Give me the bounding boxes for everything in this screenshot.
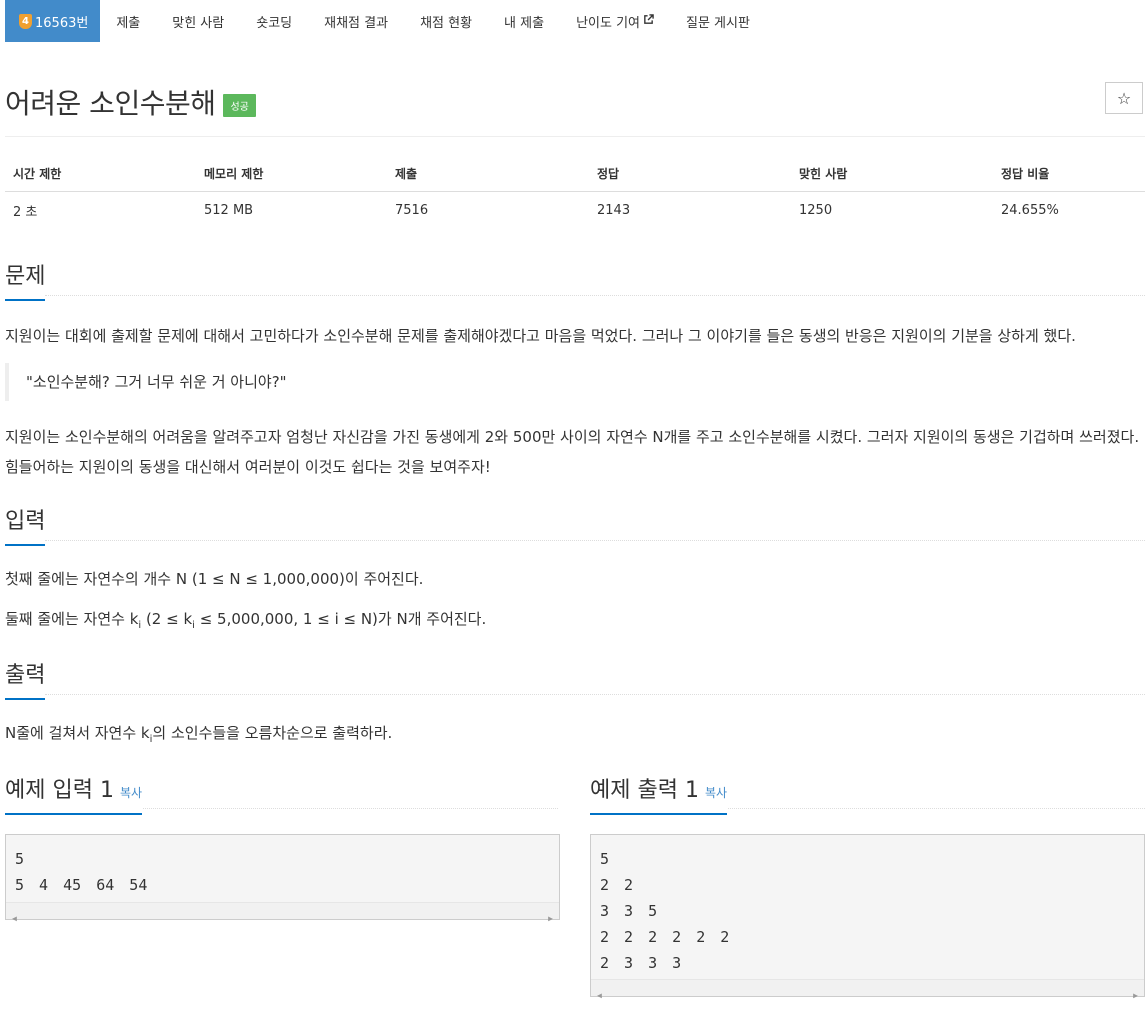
- section-input-label: 입력: [5, 503, 46, 546]
- sample-output-label: 예제 출력 1 복사: [590, 772, 728, 815]
- problem-nav: 4 16563번 제출 맞힌 사람 숏코딩 재채점 결과 채점 현황 내 제출 …: [5, 0, 766, 42]
- sample-output-scrollbar[interactable]: ◀ ▶: [591, 979, 1144, 1000]
- scroll-right-icon[interactable]: ▶: [1133, 983, 1138, 1009]
- input-line-2-b: (2 ≤ k: [141, 610, 193, 628]
- info-header-memory-limit: 메모리 제한: [196, 156, 387, 192]
- input-line-1: 첫째 줄에는 자연수의 개수 N (1 ≤ N ≤ 1,000,000)이 주어…: [5, 570, 424, 588]
- nav-difficulty-contribution[interactable]: 난이도 기여: [560, 0, 670, 42]
- sample-input-title: 예제 입력 1: [5, 778, 114, 803]
- info-header-row: 시간 제한 메모리 제한 제출 정답 맞힌 사람 정답 비율: [5, 156, 1145, 192]
- problem-title-row: 어려운 소인수분해 성공: [5, 82, 256, 122]
- section-output-label: 출력: [5, 657, 46, 700]
- nav-short-coding[interactable]: 숏코딩: [240, 0, 308, 42]
- sample-output-line: 3 3 5: [600, 902, 658, 920]
- problem-paragraph-2: 지원이는 소인수분해의 어려움을 알려주고자 엄청난 자신감을 가진 동생에게 …: [5, 428, 1140, 476]
- section-output-divider: [45, 694, 1145, 695]
- status-badge: 성공: [223, 93, 256, 117]
- info-memory-limit: 512 MB: [204, 202, 254, 218]
- nav-my-submissions[interactable]: 내 제출: [488, 0, 560, 42]
- section-input-heading: 입력: [5, 503, 46, 546]
- section-problem-divider: [45, 295, 1145, 296]
- info-solved-users[interactable]: 1250: [791, 192, 993, 229]
- input-line-2: 둘째 줄에는 자연수 ki (2 ≤ ki ≤ 5,000,000, 1 ≤ i…: [5, 604, 1145, 641]
- star-icon: ☆: [1116, 88, 1132, 108]
- problem-quote: "소인수분해? 그거 너무 쉬운 거 아니야?": [5, 363, 287, 401]
- nav-question-board[interactable]: 질문 게시판: [670, 0, 766, 42]
- info-header-solved-users: 맞힌 사람: [791, 156, 993, 192]
- sample-output-line: 5: [600, 850, 610, 868]
- input-line-2-a: 둘째 줄에는 자연수 k: [5, 610, 139, 628]
- nav-submit[interactable]: 제출: [100, 0, 156, 42]
- info-header-submissions: 제출: [387, 156, 589, 192]
- sample-output-title: 예제 출력 1: [590, 778, 699, 803]
- scroll-right-icon[interactable]: ▶: [548, 906, 553, 932]
- nav-problem-tab[interactable]: 4 16563번: [5, 0, 101, 42]
- sample-output-copy-button[interactable]: 복사: [705, 786, 727, 800]
- info-header-time-limit: 시간 제한: [5, 156, 196, 192]
- output-line-b: 의 소인수들을 오름차순으로 출력하라.: [152, 724, 393, 742]
- sample-input-line: 5 4 45 64 54: [15, 876, 148, 894]
- sample-input-line: 5: [15, 850, 25, 868]
- sample-input-scrollbar[interactable]: ◀ ▶: [6, 902, 559, 923]
- nav-difficulty-label: 난이도 기여: [576, 15, 640, 31]
- sample-output-heading: 예제 출력 1 복사: [590, 772, 728, 815]
- sample-input-copy-button[interactable]: 복사: [120, 786, 142, 800]
- favorite-star-button[interactable]: ☆: [1105, 82, 1143, 114]
- problem-title: 어려운 소인수분해: [5, 87, 216, 120]
- sample-input-divider: [143, 808, 558, 809]
- sample-input-label: 예제 입력 1 복사: [5, 772, 143, 815]
- sample-input-box[interactable]: 5 5 4 45 64 54 ◀ ▶: [5, 834, 560, 923]
- sample-output-divider: [728, 808, 1145, 809]
- info-submissions[interactable]: 7516: [387, 192, 589, 229]
- external-link-icon: [643, 14, 654, 28]
- problem-info-table: 시간 제한 메모리 제한 제출 정답 맞힌 사람 정답 비율 2 초 512 M…: [5, 156, 1145, 228]
- section-problem-label: 문제: [5, 258, 46, 301]
- info-header-ratio: 정답 비율: [993, 156, 1145, 192]
- output-line-a: N줄에 걸쳐서 자연수 k: [5, 724, 150, 742]
- info-header-correct: 정답: [589, 156, 791, 192]
- nav-judge-status[interactable]: 채점 현황: [404, 0, 488, 42]
- info-time-limit: 2 초: [13, 204, 38, 220]
- info-ratio: 24.655%: [1001, 202, 1059, 218]
- scroll-left-icon[interactable]: ◀: [597, 983, 602, 1009]
- tier-gold-icon: 4: [19, 13, 32, 29]
- section-input-divider: [45, 540, 1145, 541]
- problem-id: 16563번: [35, 15, 89, 31]
- sample-input-heading: 예제 입력 1 복사: [5, 772, 143, 815]
- section-problem-heading: 문제: [5, 258, 46, 301]
- info-correct[interactable]: 2143: [589, 192, 791, 229]
- output-line: N줄에 걸쳐서 자연수 ki의 소인수들을 오름차순으로 출력하라.: [5, 718, 1145, 755]
- nav-rejudge-results[interactable]: 재채점 결과: [308, 0, 404, 42]
- input-line-2-c: ≤ 5,000,000, 1 ≤ i ≤ N)가 N개 주어진다.: [194, 610, 487, 628]
- section-output-heading: 출력: [5, 657, 46, 700]
- sample-output-line: 2 3 3 3: [600, 954, 682, 972]
- sample-output-line: 2 2: [600, 876, 634, 894]
- title-divider: [5, 136, 1145, 137]
- scroll-left-icon[interactable]: ◀: [12, 906, 17, 932]
- problem-paragraph-1: 지원이는 대회에 출제할 문제에 대해서 고민하다가 소인수분해 문제를 출제해…: [5, 327, 1076, 345]
- sample-output-line: 2 2 2 2 2 2: [600, 928, 730, 946]
- info-value-row: 2 초 512 MB 7516 2143 1250 24.655%: [5, 192, 1145, 229]
- sample-output-box[interactable]: 5 2 2 3 3 5 2 2 2 2 2 2 2 3 3 3 ◀ ▶: [590, 834, 1145, 1000]
- nav-solved-users[interactable]: 맞힌 사람: [156, 0, 240, 42]
